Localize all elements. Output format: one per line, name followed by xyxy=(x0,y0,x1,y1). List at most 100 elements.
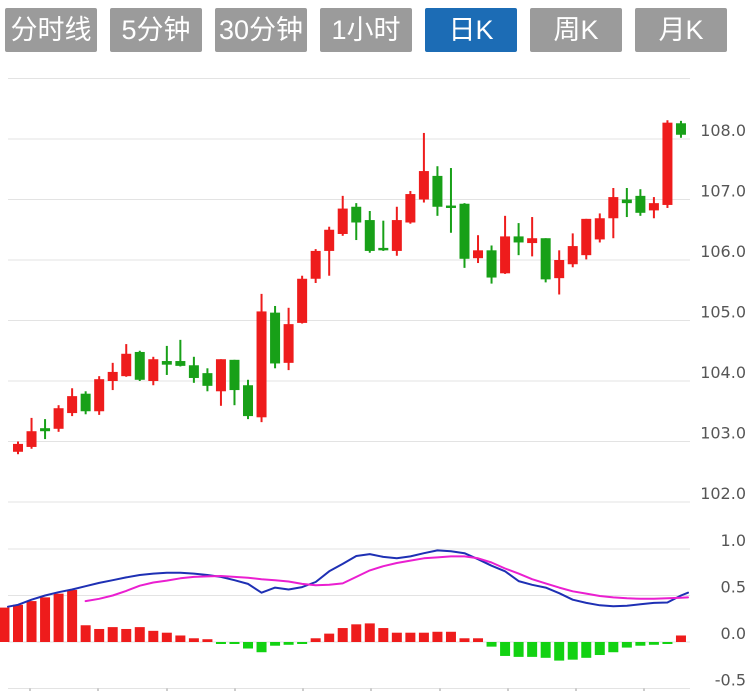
macd-bar xyxy=(40,597,50,642)
macd-bar xyxy=(94,629,104,642)
macd-bar xyxy=(365,623,375,642)
candle-wick xyxy=(450,168,452,233)
candle-body xyxy=(608,197,618,218)
macd-bar xyxy=(311,638,321,642)
macd-bar xyxy=(649,642,659,645)
macd-bar xyxy=(324,634,334,642)
candle-body xyxy=(243,385,253,416)
kline-chart[interactable]: 108.0107.0106.0105.0104.0103.0102.01.00.… xyxy=(0,0,754,691)
macd-histogram xyxy=(0,590,686,661)
candle-body xyxy=(324,230,334,251)
candle-body xyxy=(459,204,469,259)
y-axis-label: 102.0 xyxy=(700,484,746,503)
candle-body xyxy=(500,236,510,273)
y-axis-labels: 108.0107.0106.0105.0104.0103.0102.01.00.… xyxy=(700,121,746,690)
macd-bar xyxy=(162,633,172,642)
candle-wick xyxy=(531,217,533,256)
candle-body xyxy=(135,352,145,380)
macd-bar xyxy=(297,642,307,644)
candle-body xyxy=(175,361,185,366)
candle-body xyxy=(162,361,172,365)
y-axis-label: 104.0 xyxy=(700,363,746,382)
candle-body xyxy=(392,220,402,251)
candle-body xyxy=(419,171,429,199)
candle-body xyxy=(473,250,483,258)
candle-body xyxy=(649,203,659,210)
macd-bar xyxy=(514,642,524,657)
candle-body xyxy=(67,396,77,413)
macd-bar xyxy=(13,605,23,642)
candle-body xyxy=(676,123,686,134)
macd-bar xyxy=(595,642,605,655)
candle-body xyxy=(568,246,578,264)
candle-wick xyxy=(166,346,168,375)
macd-bar xyxy=(175,635,185,642)
candle-body xyxy=(202,373,212,386)
macd-bar xyxy=(459,638,469,642)
candle-body xyxy=(622,200,632,204)
candle-body xyxy=(94,379,104,411)
candle-body xyxy=(446,206,456,208)
macd-lines xyxy=(8,550,688,606)
macd-bar xyxy=(67,590,77,642)
macd-bar xyxy=(27,601,37,642)
macd-bar xyxy=(635,642,645,646)
macd-bar xyxy=(0,608,9,642)
candle-body xyxy=(635,196,645,213)
candle-body xyxy=(541,238,551,279)
macd-bar xyxy=(270,642,280,646)
macd-bar xyxy=(121,629,131,642)
candle-body xyxy=(121,354,131,376)
macd-bar xyxy=(54,594,64,642)
candle-body xyxy=(108,372,118,381)
macd-bar xyxy=(189,638,199,642)
y-axis-label: 108.0 xyxy=(700,121,746,140)
candle-body xyxy=(432,176,442,207)
macd-bar xyxy=(568,642,578,660)
macd-panel-gridlines xyxy=(8,549,690,689)
macd-bar xyxy=(419,633,429,642)
candle-body xyxy=(581,219,591,255)
candle-body xyxy=(351,207,361,223)
candle-body xyxy=(514,236,524,242)
candle-body xyxy=(311,251,321,279)
y-axis-label: 1.0 xyxy=(721,531,746,550)
candle-body xyxy=(284,324,294,363)
macd-bar xyxy=(473,638,483,642)
candle-body xyxy=(54,408,64,429)
macd-bar xyxy=(527,642,537,657)
candle-body xyxy=(216,359,226,391)
candle-wick xyxy=(382,221,384,251)
candle-body xyxy=(554,260,564,278)
candle-body xyxy=(527,238,537,243)
macd-bar xyxy=(392,633,402,642)
candle-body xyxy=(595,218,605,239)
macd-bar xyxy=(432,632,442,642)
candle-body xyxy=(81,394,91,412)
candle-body xyxy=(365,220,375,251)
candle-wick xyxy=(477,235,479,263)
y-axis-label: 103.0 xyxy=(700,424,746,443)
candle-body xyxy=(378,248,388,250)
macd-bar xyxy=(243,642,253,649)
candle-body xyxy=(40,428,50,431)
macd-bar xyxy=(229,642,239,644)
candle-body xyxy=(405,194,415,222)
candle-body xyxy=(297,279,307,323)
macd-bar xyxy=(676,635,686,642)
macd-bar xyxy=(202,639,212,642)
candle-body xyxy=(270,313,280,364)
macd-bar xyxy=(405,633,415,642)
macd-bar xyxy=(351,624,361,642)
kline-app: 分时线5分钟30分钟1小时日K周K月K 108.0107.0106.0105.0… xyxy=(0,0,754,691)
candle-body xyxy=(13,444,23,452)
y-axis-label: 106.0 xyxy=(700,242,746,261)
macd-bar xyxy=(284,642,294,645)
candle-body xyxy=(338,209,348,234)
macd-bar xyxy=(608,642,618,652)
macd-bar xyxy=(581,642,591,658)
candle-body xyxy=(148,359,158,381)
y-axis-label: 105.0 xyxy=(700,303,746,322)
dea-line xyxy=(86,556,688,601)
y-axis-label: 0.5 xyxy=(721,578,746,597)
